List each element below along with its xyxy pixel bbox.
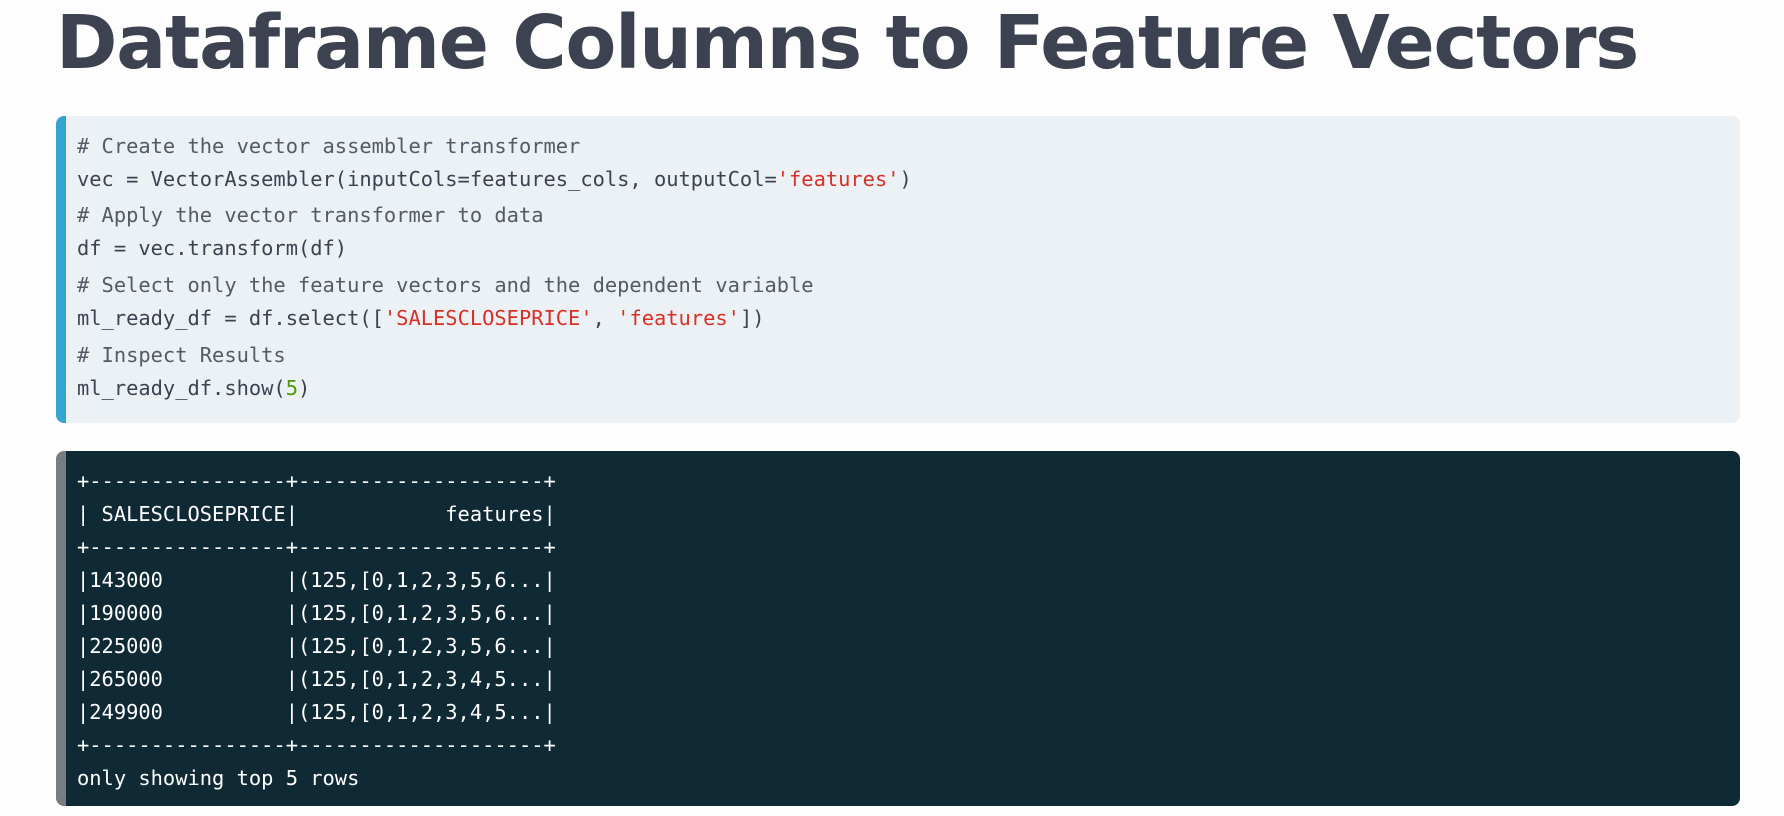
code-string: 'SALESCLOSEPRICE'	[383, 306, 593, 330]
output-table-row: |143000 |(125,[0,1,2,3,5,6...|	[77, 568, 556, 592]
code-comment: # Inspect Results	[77, 343, 286, 367]
output-table-row: |225000 |(125,[0,1,2,3,5,6...|	[77, 634, 556, 658]
code-text: vec = VectorAssembler(inputCols=features…	[77, 167, 777, 191]
code-comment: # Select only the feature vectors and th…	[77, 273, 814, 297]
code-text: ])	[739, 306, 765, 330]
code-text: ml_ready_df.show(	[77, 376, 286, 400]
code-line: df = vec.transform(df)	[77, 236, 348, 260]
output-table-header: | SALESCLOSEPRICE| features|	[77, 502, 556, 526]
code-text: ,	[592, 306, 618, 330]
output-table-row: |265000 |(125,[0,1,2,3,4,5...|	[77, 667, 556, 691]
code-comment: # Create the vector assembler transforme…	[77, 134, 581, 158]
code-line: vec = VectorAssembler(inputCols=features…	[77, 163, 1740, 196]
output-table-border: +----------------+--------------------+	[77, 733, 556, 757]
code-text: )	[899, 167, 912, 191]
output-table-border: +----------------+--------------------+	[77, 535, 556, 559]
code-string: 'features'	[617, 306, 740, 330]
code-string: 'features'	[776, 167, 900, 191]
code-line: ml_ready_df.show(5)	[77, 372, 1740, 405]
code-block: # Create the vector assembler transforme…	[56, 116, 1740, 423]
code-number: 5	[285, 376, 298, 400]
output-block: +----------------+--------------------+ …	[56, 451, 1740, 806]
code-line: ml_ready_df = df.select(['SALESCLOSEPRIC…	[77, 302, 1740, 335]
page-title: Dataframe Columns to Feature Vectors	[56, 0, 1639, 86]
code-text: ml_ready_df = df.select([	[77, 306, 384, 330]
output-footer-note: only showing top 5 rows	[77, 766, 360, 790]
output-table-row: |249900 |(125,[0,1,2,3,4,5...|	[77, 700, 556, 724]
code-text: )	[297, 376, 311, 400]
output-table-row: |190000 |(125,[0,1,2,3,5,6...|	[77, 601, 556, 625]
code-comment: # Apply the vector transformer to data	[77, 203, 544, 227]
output-table-border: +----------------+--------------------+	[77, 469, 556, 493]
